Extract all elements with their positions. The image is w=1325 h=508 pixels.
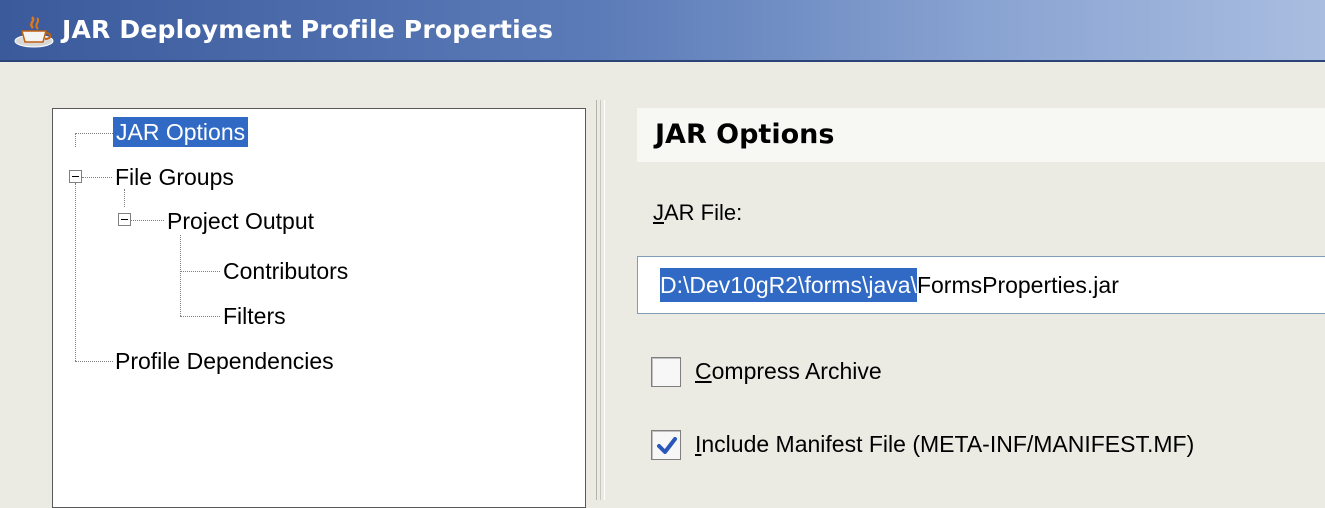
tree-connector (75, 133, 113, 134)
include-manifest-label[interactable]: Include Manifest File (META-INF/MANIFEST… (695, 431, 1194, 458)
tree-item-project-output[interactable]: Project Output (167, 206, 314, 236)
checkmark-icon (657, 437, 677, 454)
tree-connector (131, 220, 164, 221)
jar-file-label: JAR File: (653, 200, 742, 226)
tree-item-contributors[interactable]: Contributors (223, 256, 348, 286)
tree-item-filters[interactable]: Filters (223, 301, 286, 331)
tree-connector (82, 177, 112, 178)
collapse-icon[interactable] (118, 213, 131, 226)
tree-item-jar-options[interactable]: JAR Options (113, 117, 249, 147)
window-title: JAR Deployment Profile Properties (62, 15, 554, 44)
tree-connector (180, 235, 181, 316)
compress-archive-checkbox[interactable] (651, 357, 681, 387)
jar-file-selected-text: D:\Dev10gR2\forms\java\ (660, 268, 917, 302)
jar-file-mnemonic: J (653, 200, 664, 225)
tree-connector (75, 183, 76, 361)
jar-file-label-text: AR File: (664, 200, 743, 225)
tree-item-file-groups[interactable]: File Groups (115, 162, 234, 192)
tree-connector (75, 133, 76, 147)
include-manifest-label-text: nclude Manifest File (META-INF/MANIFEST.… (701, 431, 1195, 457)
jar-file-input[interactable]: D:\Dev10gR2\forms\java\FormsProperties.j… (637, 256, 1325, 314)
tree-connector (75, 361, 113, 362)
compress-archive-label-text: ompress Archive (711, 358, 882, 384)
compress-archive-mnemonic: C (695, 358, 712, 384)
section-header: JAR Options (637, 108, 1325, 162)
compress-archive-label[interactable]: Compress Archive (695, 358, 882, 385)
include-manifest-checkbox[interactable] (651, 430, 681, 460)
section-title: JAR Options (655, 119, 835, 150)
tree-connector (180, 316, 220, 317)
java-cup-icon (14, 16, 54, 48)
title-bar[interactable]: JAR Deployment Profile Properties (0, 0, 1325, 62)
panel-splitter[interactable] (596, 100, 605, 500)
collapse-icon[interactable] (69, 170, 82, 183)
tree-connector (124, 189, 125, 207)
tree-item-profile-dependencies[interactable]: Profile Dependencies (115, 346, 334, 376)
navigation-tree[interactable]: JAR Options File Groups Project Output C… (52, 108, 586, 508)
jar-file-filename-text: FormsProperties.jar (916, 272, 1119, 298)
tree-connector (180, 271, 220, 272)
